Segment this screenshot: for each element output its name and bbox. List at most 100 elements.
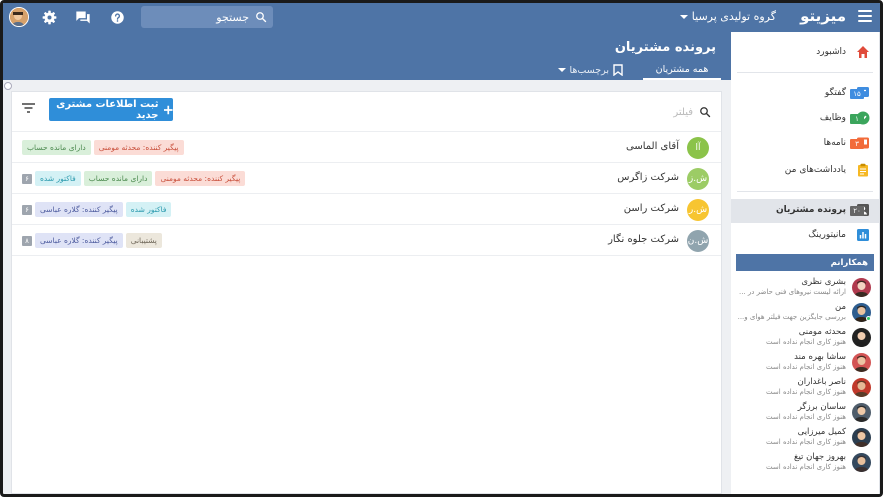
customer-name[interactable]: آقای الماسی (626, 141, 679, 152)
customer-row[interactable]: ش.ر شرکت راسن ۶ پیگیر کننده: گلاره عباسی فاک… (12, 193, 721, 224)
customer-tags: ۸ پیگیر کننده: گلاره عباسی پشتیبانی (22, 233, 162, 248)
customer-tag[interactable]: فاکتور شده (35, 171, 81, 186)
add-customer-label: ثبت اطلاعات مشتری جدید (56, 98, 159, 121)
team-member[interactable]: من بررسی جایگزین جهت فیلتر هوای و... (731, 300, 879, 325)
attachment-count-badge: ۸ (22, 235, 32, 246)
customers-card: ثبت اطلاعات مشتری جدید آا آقای الماسی دارا… (11, 91, 722, 494)
menu-icon[interactable] (858, 10, 872, 22)
avatar[interactable] (9, 7, 29, 27)
team-section-title: همکارانم (736, 254, 874, 271)
customer-name[interactable]: شرکت جلوه نگار (608, 234, 679, 245)
team-member[interactable]: بهروز جهان تیغ هنوز کاری انجام نداده است (731, 450, 879, 475)
sidebar-item-dashboard[interactable]: داشبورد (731, 41, 879, 65)
customer-tag[interactable]: پیگیر کننده: محدثه مومنی (155, 171, 246, 186)
organization-selector[interactable]: گروه تولیدی پرسیا (679, 10, 776, 23)
chat-icon[interactable] (74, 8, 92, 26)
customer-row[interactable]: آا آقای الماسی دارای مانده حساب پیگیر کننده… (12, 131, 721, 162)
customer-avatar: آا (687, 137, 709, 159)
sidebar-item-label: نامه‌ها (823, 138, 846, 148)
sidebar-item-conversations[interactable]: گفتگو ۱۵ (731, 82, 879, 106)
customer-tags: دارای مانده حساب پیگیر کننده: محدثه مومنی (22, 140, 184, 155)
top-bar: میزیتو گروه تولیدی پرسیا (3, 3, 880, 32)
customer-tag[interactable]: پشتیبانی (125, 233, 162, 248)
team-member[interactable]: ناصر باغداران هنوز کاری انجام نداده است (731, 375, 879, 400)
search-input[interactable] (149, 10, 249, 24)
tab-all-customers[interactable]: همه مشتریان (643, 60, 721, 80)
customer-tag[interactable]: فاکتور شده (125, 202, 172, 217)
member-name: بشری نظری (801, 277, 846, 287)
search-icon (256, 12, 267, 23)
badge-count: ۲۰ (850, 206, 864, 216)
member-avatar (852, 278, 871, 297)
page-header: پرونده مشتریان همه مشتریان برچسب‌ها (3, 32, 731, 80)
customer-avatar: ش.ر (687, 199, 709, 221)
member-name: بهروز جهان تیغ (793, 452, 846, 462)
customer-tag[interactable]: دارای مانده حساب (22, 140, 91, 155)
member-avatar (852, 403, 871, 422)
filter-input[interactable] (613, 106, 693, 118)
home-icon (857, 46, 869, 58)
member-name: محدثه مومنی (798, 327, 846, 337)
sidebar-item-monitoring[interactable]: مانیتورینگ (731, 224, 879, 248)
page-title: پرونده مشتریان (614, 40, 716, 55)
customer-name[interactable]: شرکت راسن (624, 203, 679, 214)
gear-icon[interactable] (40, 8, 58, 26)
customer-tags: ۶ پیگیر کننده: گلاره عباسی فاکتور شده (22, 202, 172, 217)
member-status: هنوز کاری انجام نداده است (766, 338, 846, 346)
online-status-icon (866, 316, 871, 321)
sidebar-item-label: مانیتورینگ (808, 230, 846, 240)
plus-icon (164, 105, 173, 114)
team-member[interactable]: ساشا بهره مند هنوز کاری انجام نداده است (731, 350, 879, 375)
member-name: من (834, 302, 846, 312)
badge-count: ۳ (850, 139, 864, 149)
brand-logo[interactable]: میزیتو (800, 7, 846, 25)
member-status: هنوز کاری انجام نداده است (766, 438, 846, 446)
filter-list-icon[interactable] (22, 103, 35, 116)
member-name: ساشا بهره مند (794, 352, 846, 362)
customer-name[interactable]: شرکت زاگرس (617, 172, 679, 183)
search-icon (700, 107, 711, 118)
member-avatar (852, 353, 871, 372)
member-name: ناصر باغداران (797, 377, 847, 387)
customer-tag[interactable]: پیگیر کننده: محدثه مومنی (93, 140, 184, 155)
collapse-toggle[interactable] (4, 82, 12, 90)
attachment-count-badge: ۶ (22, 173, 32, 184)
sidebar-item-label: گفتگو (824, 88, 846, 98)
member-avatar (852, 328, 871, 347)
sidebar-item-label: یادداشت‌های من (784, 165, 846, 175)
sidebar-item-customers[interactable]: پرونده مشتریان ۲۰ (731, 199, 879, 223)
attachment-count-badge: ۶ (22, 204, 32, 215)
customer-tags: ۶ فاکتور شده دارای مانده حساب پیگیر کننده: … (22, 171, 246, 186)
tab-labels-text: برچسب‌ها (569, 64, 609, 76)
team-member[interactable]: ساسان برزگر هنوز کاری انجام نداده است (731, 400, 879, 425)
add-customer-button[interactable]: ثبت اطلاعات مشتری جدید (49, 98, 173, 121)
sidebar-item-tasks[interactable]: وظایف ۱ (731, 107, 879, 131)
member-avatar (852, 428, 871, 447)
customer-tag[interactable]: دارای مانده حساب (83, 171, 153, 186)
caret-down-icon (679, 14, 688, 19)
member-status: بررسی جایگزین جهت فیلتر هوای و... (737, 313, 846, 321)
member-avatar (852, 453, 871, 472)
customer-row[interactable]: ش.ن شرکت جلوه نگار ۸ پیگیر کننده: گلاره عبا… (12, 224, 721, 255)
customer-tag[interactable]: پیگیر کننده: گلاره عباسی (35, 202, 123, 217)
sidebar-item-label: داشبورد (816, 47, 846, 57)
member-status: ارائه لیست نیروهای فنی حاضر در ... (738, 288, 846, 296)
badge-count: ۱۵ (850, 89, 864, 99)
search-box[interactable] (141, 6, 273, 28)
customer-tag[interactable]: پیگیر کننده: گلاره عباسی (35, 233, 123, 248)
filter-box[interactable] (613, 106, 711, 118)
sidebar-item-notes[interactable]: یادداشت‌های من (731, 159, 879, 183)
customer-row[interactable]: ش.ز شرکت زاگرس ۶ فاکتور شده دارای مانده حساب… (12, 162, 721, 193)
team-member[interactable]: محدثه مومنی هنوز کاری انجام نداده است (731, 325, 879, 350)
sidebar-item-label: وظایف (819, 113, 846, 123)
tab-labels[interactable]: برچسب‌ها (557, 60, 623, 80)
caret-down-icon (557, 68, 566, 72)
member-avatar (852, 378, 871, 397)
customer-avatar: ش.ن (687, 230, 709, 252)
help-icon[interactable] (108, 8, 126, 26)
member-status: هنوز کاری انجام نداده است (766, 413, 846, 421)
sidebar-item-letters[interactable]: نامه‌ها ۳ (731, 132, 879, 156)
app-frame: میزیتو گروه تولیدی پرسیا پرونده مشتریان … (0, 0, 883, 497)
team-member[interactable]: بشری نظری ارائه لیست نیروهای فنی حاضر در … (731, 275, 879, 300)
team-member[interactable]: کمیل میرزایی هنوز کاری انجام نداده است (731, 425, 879, 450)
